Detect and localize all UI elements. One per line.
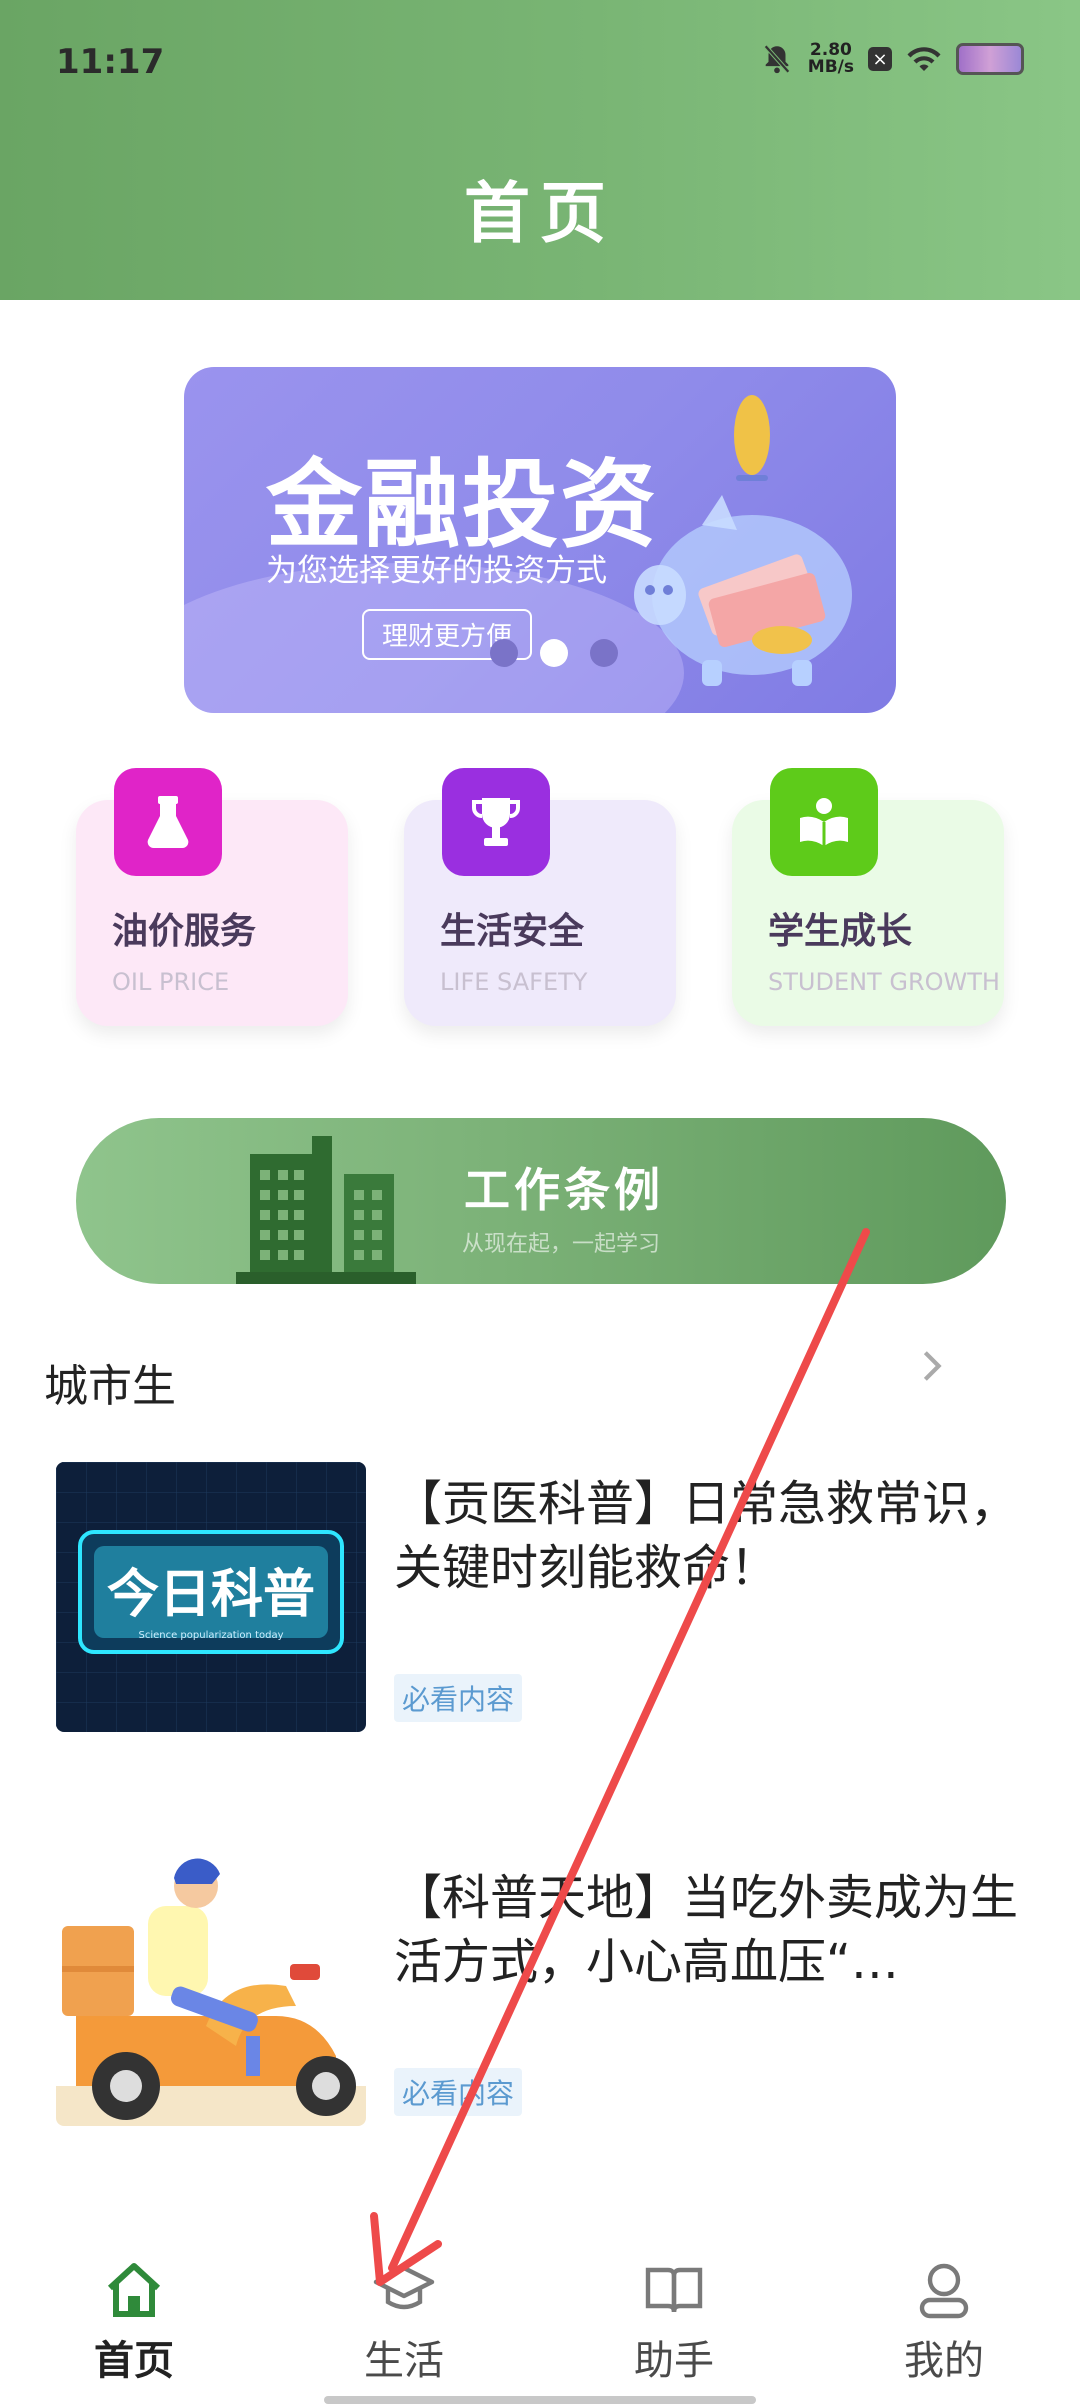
book-reader-icon [770, 768, 878, 876]
category-title: 油价服务 [112, 911, 257, 952]
article-title: 【科普天地】当吃外卖成为生活方式，小心高血压“… [394, 1870, 1019, 1990]
tab-life[interactable]: 生活 [304, 2258, 504, 2386]
building-icon [236, 1136, 416, 1284]
category-title: 生活安全 [440, 911, 585, 952]
chevron-right-icon[interactable] [912, 1346, 952, 1386]
category-student-growth[interactable]: 学生成长 STUDENT GROWTH [732, 768, 1004, 1026]
promo-banner[interactable]: 金融投资 为您选择更好的投资方式 理财更方便 [184, 367, 896, 713]
work-regulations-banner[interactable]: 工作条例 从现在起，一起学习 [76, 1118, 1006, 1284]
work-banner-title: 工作条例 [464, 1163, 664, 1217]
trophy-icon [442, 768, 550, 876]
article-thumbnail [56, 1856, 366, 2126]
graduation-cap-icon [373, 2265, 435, 2310]
category-oil-price[interactable]: 油价服务 OIL PRICE [76, 768, 348, 1026]
article-tag: 必看内容 [394, 2068, 523, 2116]
tab-home[interactable]: 首页 [34, 2258, 234, 2386]
article-tag: 必看内容 [394, 1674, 523, 1722]
piggy-bank-icon [634, 395, 852, 686]
tab-label: 首页 [94, 2338, 174, 2384]
wifi-icon [907, 47, 941, 71]
tab-assistant[interactable]: 助手 [574, 2258, 774, 2386]
status-icons: 2.80 MB/s × [760, 42, 1024, 76]
category-title: 学生成长 [768, 911, 913, 952]
banner-dot-active[interactable] [540, 639, 568, 667]
net-speed: 2.80 MB/s [808, 42, 854, 76]
status-time: 11:17 [56, 42, 165, 82]
notification-x-icon: × [868, 47, 892, 71]
list-item[interactable]: 【科普天地】当吃外卖成为生活方式，小心高血压“… 必看内容 [56, 1856, 1046, 2126]
tab-label: 助手 [634, 2338, 714, 2384]
mute-bell-icon [763, 44, 790, 74]
thumbnail-text: 今日科普 [107, 1565, 315, 1625]
banner-dot[interactable] [590, 639, 618, 667]
bottom-navigation: 首页 生活 助手 我的 [0, 2248, 1080, 2408]
thumbnail-subtext: Science popularization today [138, 1630, 283, 1641]
banner-pagination [490, 639, 618, 667]
user-icon [919, 2263, 969, 2319]
flask-icon [114, 768, 222, 876]
article-thumbnail: 今日科普 Science popularization today [56, 1462, 366, 1732]
page-title: 首页 [464, 174, 616, 252]
app-header: 11:17 2.80 MB/s × 首页 [0, 0, 1080, 300]
banner-dot[interactable] [490, 639, 518, 667]
list-item[interactable]: 今日科普 Science popularization today 【贡医科普】… [56, 1462, 1046, 1732]
category-subtitle: OIL PRICE [112, 968, 230, 996]
work-banner-subtitle: 从现在起，一起学习 [462, 1232, 661, 1257]
book-icon [645, 2267, 703, 2313]
home-indicator [324, 2396, 756, 2404]
article-title: 【贡医科普】日常急救常识，关键时刻能救命！ [394, 1476, 1019, 1596]
battery-icon [956, 43, 1024, 75]
category-subtitle: LIFE SAFETY [440, 968, 588, 996]
category-subtitle: STUDENT GROWTH [768, 968, 1000, 996]
section-title: 城市生 [44, 1361, 176, 1412]
tab-label: 生活 [364, 2338, 444, 2384]
tab-mine[interactable]: 我的 [844, 2258, 1044, 2386]
tab-label: 我的 [904, 2338, 984, 2384]
net-speed-unit: MB/s [807, 57, 854, 77]
category-life-safety[interactable]: 生活安全 LIFE SAFETY [404, 768, 676, 1026]
home-icon [107, 2263, 161, 2317]
banner-subtitle: 为您选择更好的投资方式 [266, 553, 607, 589]
